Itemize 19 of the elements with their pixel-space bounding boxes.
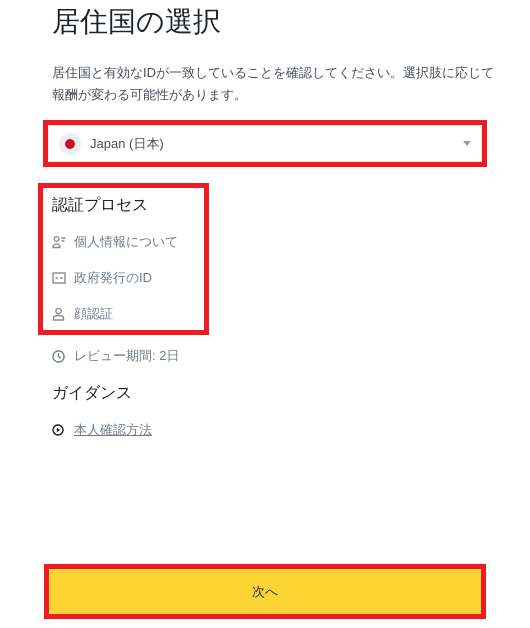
clock-icon [52,350,65,362]
section-heading: ガイダンス [52,384,133,404]
play-icon [52,424,64,436]
page-title: 居住国の選択 [52,5,222,39]
step-label: 顔認証 [74,305,113,324]
caret-icon [463,141,471,146]
next-button[interactable]: 次へ [49,569,481,614]
person-icon [52,307,65,321]
description: 居住国と有効なIDが一致していることを確認してください。選択肢に応じて報酬が変わる可能性があります。 [52,64,495,104]
country-value: Japan (日本) [90,134,164,153]
review-period: レビュー期間: 2日 [74,347,180,366]
id-card-icon [52,272,66,284]
guide-link[interactable]: 本人確認方法 [74,420,152,440]
step-label: 個人情報について [74,233,178,252]
section-heading: 認証プロセス [52,196,149,216]
step-label: 政府発行のID [74,269,152,288]
japan-flag-icon [59,132,81,154]
person-list-icon [52,235,66,249]
country-select[interactable]: Japan (日本) [48,125,482,162]
